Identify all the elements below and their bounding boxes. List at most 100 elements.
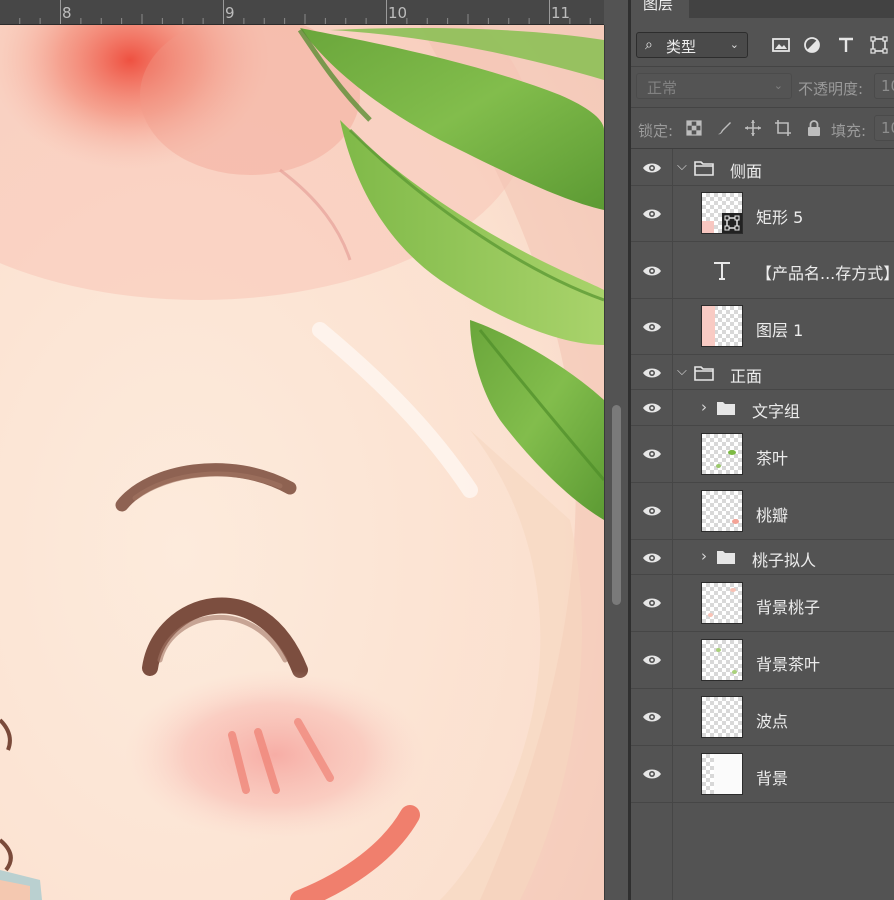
visibility-toggle[interactable] xyxy=(631,149,673,185)
blend-mode-select[interactable]: 正常 ⌄ xyxy=(636,73,792,99)
chevron-down-icon[interactable]: ⌵ xyxy=(677,364,687,379)
blend-row: 正常 ⌄ 不透明度: 10 xyxy=(631,66,894,107)
eye-icon xyxy=(643,403,661,413)
type-filter-icon[interactable] xyxy=(836,35,856,55)
eye-icon xyxy=(643,322,661,332)
eye-icon xyxy=(643,266,661,276)
lock-image-pixels-icon[interactable] xyxy=(715,119,733,137)
layer-name: 波点 xyxy=(756,712,789,731)
opacity-input[interactable]: 10 xyxy=(874,73,894,99)
lock-artboard-icon[interactable] xyxy=(774,119,792,137)
layer-name: 图层 1 xyxy=(756,321,804,340)
filter-kind-select[interactable]: ⌕ 类型 ⌄ xyxy=(636,32,748,58)
layer-row-rectangle-5[interactable]: 矩形 5 xyxy=(631,186,894,242)
layer-name: 【产品名...存方式】 xyxy=(756,264,894,283)
layer-row-peach-petal[interactable]: 桃瓣 xyxy=(631,483,894,540)
folder-icon xyxy=(694,366,714,381)
layer-name: 背景 xyxy=(756,769,789,788)
eye-icon xyxy=(643,655,661,665)
lock-transparent-pixels-icon[interactable] xyxy=(685,119,703,137)
layers-list: ⌵ 侧面 矩形 5 【产品名...存方式】 图层 1 ⌵ 正面 › 文字组 茶叶… xyxy=(631,149,894,900)
image-filter-icon[interactable] xyxy=(771,35,791,55)
eye-icon xyxy=(643,553,661,563)
visibility-toggle[interactable] xyxy=(631,540,673,574)
layer-name: 文字组 xyxy=(752,402,801,421)
visibility-toggle[interactable] xyxy=(631,426,673,482)
chevron-right-icon[interactable]: › xyxy=(701,398,707,416)
layer-row-background-peach[interactable]: 背景桃子 xyxy=(631,575,894,632)
canvas-vertical-scrollbar[interactable] xyxy=(604,25,629,900)
peach-artwork xyxy=(0,25,604,900)
chevron-down-icon[interactable]: ⌵ xyxy=(677,159,687,174)
layer-row-group-front[interactable]: ⌵ 正面 xyxy=(631,355,894,390)
layer-name: 正面 xyxy=(730,367,763,386)
eye-icon xyxy=(643,368,661,378)
fill-input[interactable]: 10 xyxy=(874,115,894,141)
shape-layer-badge-icon xyxy=(722,213,742,233)
layer-thumbnail xyxy=(701,305,743,347)
visibility-toggle[interactable] xyxy=(631,242,673,298)
fill-label: 填充: xyxy=(831,122,867,140)
layer-row-polka-dots[interactable]: 波点 xyxy=(631,689,894,746)
ruler-label-11: 11 xyxy=(551,4,571,22)
folder-icon xyxy=(717,551,735,564)
text-layer-icon xyxy=(714,262,730,280)
eye-icon xyxy=(643,209,661,219)
eye-icon xyxy=(643,506,661,516)
chevron-down-icon: ⌄ xyxy=(729,38,739,51)
lock-label: 锁定: xyxy=(638,122,674,140)
blend-mode-value: 正常 xyxy=(647,79,678,97)
eye-column-empty xyxy=(631,803,673,900)
layer-filter-row: ⌕ 类型 ⌄ xyxy=(631,26,894,66)
scrollbar-thumb[interactable] xyxy=(612,405,621,605)
chevron-right-icon[interactable]: › xyxy=(701,547,707,565)
visibility-toggle[interactable] xyxy=(631,632,673,688)
layer-row-group-peach-character[interactable]: › 桃子拟人 xyxy=(631,540,894,575)
layer-name: 背景桃子 xyxy=(756,598,821,617)
adjustment-filter-icon[interactable] xyxy=(802,35,822,55)
visibility-toggle[interactable] xyxy=(631,483,673,539)
layer-thumbnail xyxy=(701,696,743,738)
tab-layers[interactable]: 图层 xyxy=(631,0,689,18)
layer-name: 桃瓣 xyxy=(756,506,789,525)
ruler-label-8: 8 xyxy=(62,4,72,22)
eye-icon xyxy=(643,598,661,608)
eye-icon xyxy=(643,449,661,459)
layer-row-group-text[interactable]: › 文字组 xyxy=(631,390,894,426)
visibility-toggle[interactable] xyxy=(631,355,673,389)
folder-icon xyxy=(717,402,735,415)
layer-row-tea-leaf[interactable]: 茶叶 xyxy=(631,426,894,483)
visibility-toggle[interactable] xyxy=(631,575,673,631)
visibility-toggle[interactable] xyxy=(631,299,673,354)
lock-all-icon[interactable] xyxy=(805,119,823,137)
shape-filter-icon[interactable] xyxy=(869,35,889,55)
tab-layers-label: 图层 xyxy=(643,0,674,13)
visibility-toggle[interactable] xyxy=(631,689,673,745)
layer-thumbnail xyxy=(701,582,743,624)
visibility-toggle[interactable] xyxy=(631,746,673,802)
filter-kind-label: 类型 xyxy=(666,38,697,56)
layer-thumbnail xyxy=(701,639,743,681)
layer-row-text-product-name[interactable]: 【产品名...存方式】 xyxy=(631,242,894,299)
layer-name: 茶叶 xyxy=(756,449,789,468)
ruler-label-10: 10 xyxy=(388,4,408,22)
layer-row-group-side[interactable]: ⌵ 侧面 xyxy=(631,149,894,186)
ruler-label-9: 9 xyxy=(225,4,235,22)
visibility-toggle[interactable] xyxy=(631,390,673,425)
lock-position-icon[interactable] xyxy=(744,119,762,137)
document-canvas[interactable] xyxy=(0,25,604,900)
eye-icon xyxy=(643,769,661,779)
layer-thumbnail xyxy=(701,753,743,795)
eye-icon xyxy=(643,712,661,722)
layer-row-background[interactable]: 背景 xyxy=(631,746,894,803)
horizontal-ruler: 8 9 10 11 xyxy=(0,0,604,25)
opacity-label: 不透明度: xyxy=(798,80,864,98)
folder-icon xyxy=(694,161,714,176)
layer-name: 桃子拟人 xyxy=(752,551,817,570)
layer-row-layer-1[interactable]: 图层 1 xyxy=(631,299,894,355)
layers-panel: 图层 ⌕ 类型 ⌄ 正常 ⌄ 不透明度: 1 锁定: 填充: 1 ⌵ 侧面 矩形… xyxy=(631,0,894,900)
visibility-toggle[interactable] xyxy=(631,186,673,241)
layer-row-background-tea-leaf[interactable]: 背景茶叶 xyxy=(631,632,894,689)
lock-row: 锁定: 填充: 10 xyxy=(631,107,894,149)
layer-thumbnail xyxy=(701,192,743,234)
